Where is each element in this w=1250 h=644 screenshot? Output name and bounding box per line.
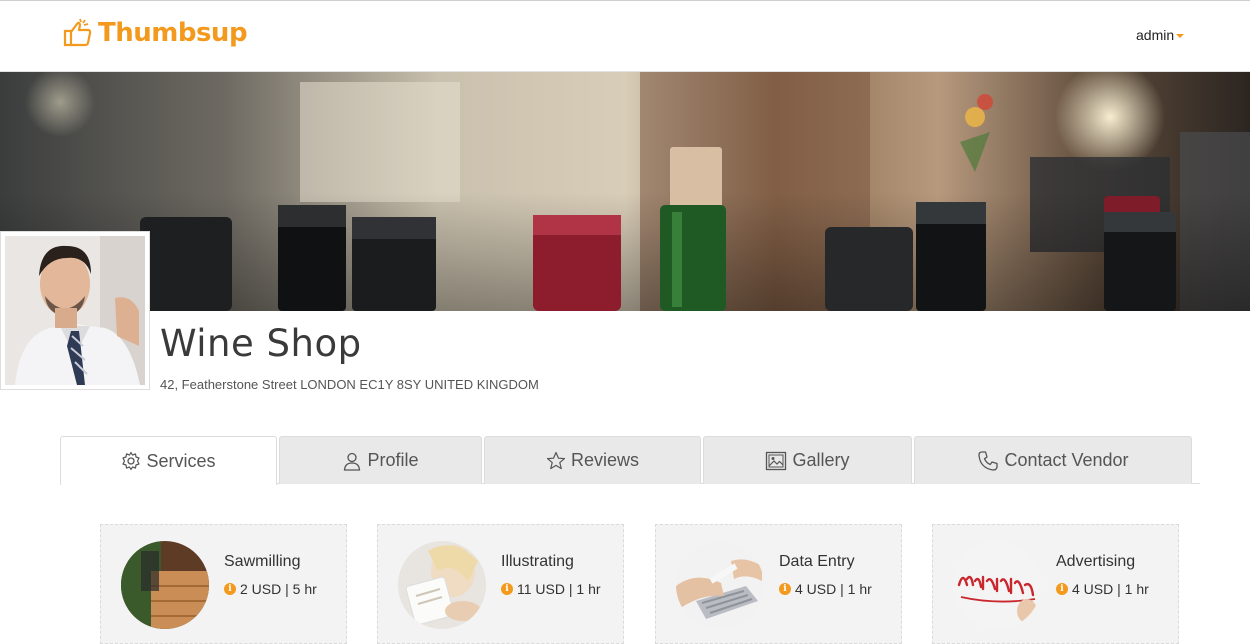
service-title: Data Entry xyxy=(779,553,855,570)
tab-reviews-label: Reviews xyxy=(570,450,640,470)
vendor-tabs: Services Profile Reviews Gallery Contact… xyxy=(60,436,1200,485)
image-icon xyxy=(766,451,787,470)
vendor-avatar-image xyxy=(5,236,145,385)
tab-contact-vendor[interactable]: Contact Vendor xyxy=(914,436,1192,484)
tab-profile[interactable]: Profile xyxy=(279,436,482,484)
star-icon xyxy=(546,451,566,469)
service-card-sawmilling[interactable]: Sawmilling i 2 USD | 5 hr xyxy=(100,524,347,644)
service-price-duration: i 4 USD | 1 hr xyxy=(779,581,872,597)
service-thumbnail xyxy=(121,541,209,629)
service-thumbnail xyxy=(953,541,1041,629)
phone-icon xyxy=(978,450,999,471)
gear-icon xyxy=(122,451,141,471)
vendor-avatar xyxy=(0,231,150,390)
service-meta-text: 4 USD | 1 hr xyxy=(795,581,872,597)
tab-profile-label: Profile xyxy=(367,450,419,470)
info-icon: i xyxy=(1056,583,1068,595)
service-price-duration: i 4 USD | 1 hr xyxy=(1056,581,1149,597)
info-icon: i xyxy=(501,583,513,595)
service-thumbnail xyxy=(676,541,764,629)
tab-reviews[interactable]: Reviews xyxy=(484,436,701,484)
service-price-duration: i 11 USD | 1 hr xyxy=(501,581,601,597)
service-meta-text: 4 USD | 1 hr xyxy=(1072,581,1149,597)
service-card-data-entry[interactable]: Data Entry i 4 USD | 1 hr xyxy=(655,524,902,644)
user-menu-dropdown[interactable]: admin xyxy=(1136,27,1185,43)
service-card-illustrating[interactable]: Illustrating i 11 USD | 1 hr xyxy=(377,524,624,644)
info-icon: i xyxy=(224,583,236,595)
service-thumbnail xyxy=(398,541,486,629)
tab-services[interactable]: Services xyxy=(60,436,277,485)
thumbs-up-icon xyxy=(63,18,92,47)
brand-name: Thumbsup xyxy=(98,18,248,48)
shop-address: 42, Featherstone Street LONDON EC1Y 8SY … xyxy=(160,377,539,392)
service-card-advertising[interactable]: Advertising i 4 USD | 1 hr xyxy=(932,524,1179,644)
brand-logo[interactable]: Thumbsup xyxy=(62,15,248,51)
chevron-down-icon xyxy=(1176,34,1185,39)
service-meta-text: 2 USD | 5 hr xyxy=(240,581,317,597)
cover-banner-image xyxy=(0,72,1250,311)
wine-bottles-banner-image xyxy=(0,72,1250,311)
info-icon: i xyxy=(779,583,791,595)
service-title: Advertising xyxy=(1056,553,1136,570)
user-icon xyxy=(344,452,361,471)
tab-contact-vendor-label: Contact Vendor xyxy=(1004,450,1129,470)
service-meta-text: 11 USD | 1 hr xyxy=(517,581,601,597)
service-price-duration: i 2 USD | 5 hr xyxy=(224,581,317,597)
shop-title: Wine Shop xyxy=(160,322,362,365)
tab-gallery-label: Gallery xyxy=(792,450,850,470)
service-title: Sawmilling xyxy=(224,553,301,570)
tab-services-label: Services xyxy=(146,450,216,471)
user-menu-label: admin xyxy=(1136,27,1175,43)
service-title: Illustrating xyxy=(501,553,574,570)
tab-gallery[interactable]: Gallery xyxy=(703,436,912,484)
top-navbar: Thumbsup admin xyxy=(0,0,1250,72)
